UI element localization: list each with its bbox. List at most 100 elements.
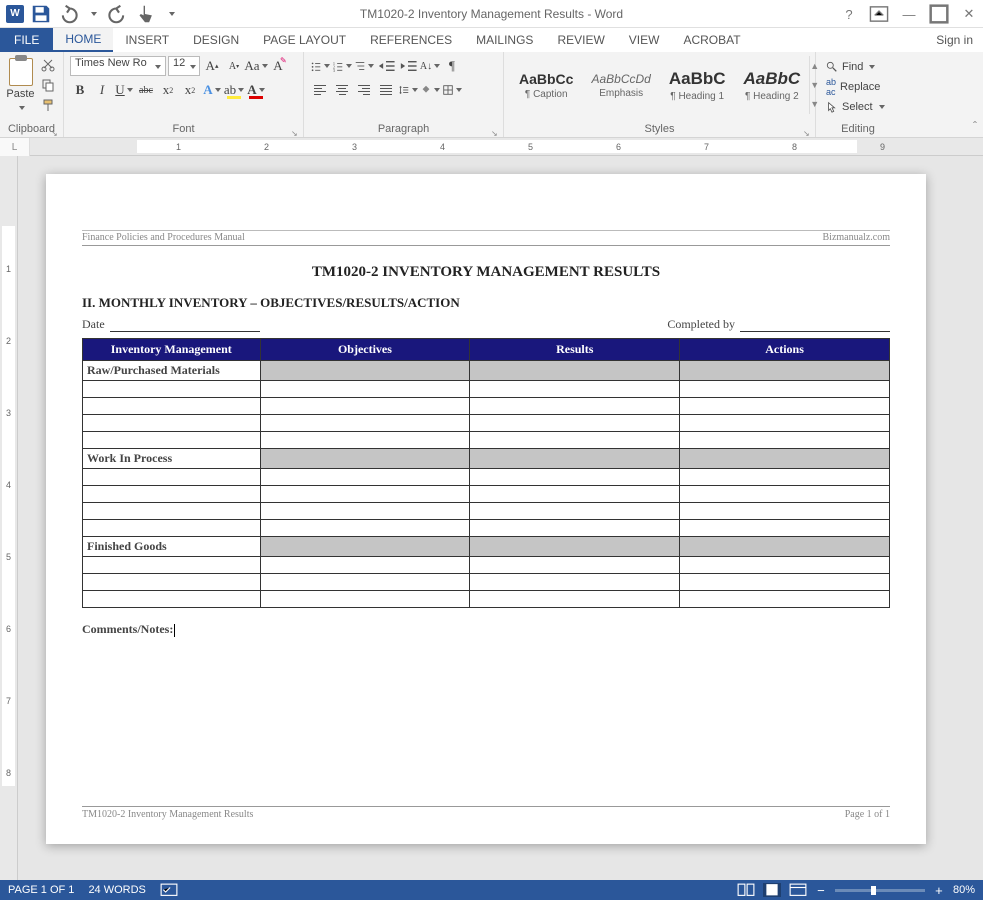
grow-font-button[interactable]: A▴ <box>202 56 222 76</box>
cell <box>680 557 890 574</box>
redo-button[interactable] <box>108 3 130 25</box>
style-heading1[interactable]: AaBbC¶ Heading 1 <box>660 56 735 114</box>
format-painter-button[interactable] <box>39 96 57 114</box>
zoom-level[interactable]: 80% <box>953 884 975 896</box>
tab-view[interactable]: VIEW <box>617 28 672 52</box>
document-page[interactable]: Finance Policies and Procedures Manual B… <box>46 174 926 844</box>
minimize-button[interactable]: — <box>899 4 919 24</box>
style-emphasis[interactable]: AaBbCcDdEmphasis <box>582 56 659 114</box>
zoom-slider[interactable] <box>835 889 925 892</box>
justify-button[interactable] <box>376 80 396 100</box>
horizontal-ruler[interactable]: L 123456789 <box>0 138 983 156</box>
numbering-button[interactable]: 123 <box>332 56 352 76</box>
close-button[interactable]: ✕ <box>959 4 979 24</box>
font-size-selector[interactable]: 12 <box>168 56 200 76</box>
select-button[interactable]: Select <box>822 98 894 116</box>
tab-mailings[interactable]: MAILINGS <box>464 28 545 52</box>
copy-button[interactable] <box>39 76 57 94</box>
subscript-button[interactable]: x2 <box>158 80 178 100</box>
cell <box>680 591 890 608</box>
maximize-button[interactable] <box>929 4 949 24</box>
spellcheck-icon[interactable] <box>160 883 178 897</box>
paste-dropdown-icon <box>17 100 25 114</box>
shrink-font-button[interactable]: A▾ <box>224 56 244 76</box>
style-caption[interactable]: AaBbCc¶ Caption <box>510 56 582 114</box>
touch-mode-button[interactable] <box>134 3 156 25</box>
undo-button[interactable] <box>56 3 78 25</box>
cell <box>260 469 470 486</box>
superscript-button[interactable]: x2 <box>180 80 200 100</box>
increase-indent-button[interactable] <box>398 56 418 76</box>
replace-button[interactable]: abacReplace <box>822 78 894 96</box>
qat-customize-dropdown[interactable] <box>160 3 182 25</box>
text-effects-button[interactable]: A <box>202 80 222 100</box>
italic-button[interactable]: I <box>92 80 112 100</box>
font-color-button[interactable]: A <box>246 80 266 100</box>
word-count[interactable]: 24 WORDS <box>88 884 145 896</box>
align-left-button[interactable] <box>310 80 330 100</box>
show-marks-button[interactable]: ¶ <box>442 56 462 76</box>
cell <box>260 574 470 591</box>
shading-button[interactable] <box>420 80 440 100</box>
help-button[interactable]: ? <box>839 4 859 24</box>
paragraph-dialog-launcher[interactable] <box>491 125 501 135</box>
align-right-button[interactable] <box>354 80 374 100</box>
font-name-selector[interactable]: Times New Ro <box>70 56 166 76</box>
tab-references[interactable]: REFERENCES <box>358 28 464 52</box>
vertical-ruler[interactable]: 12345678 <box>0 156 18 880</box>
cell <box>470 381 680 398</box>
page-scroll-area[interactable]: Finance Policies and Procedures Manual B… <box>18 156 983 880</box>
save-button[interactable] <box>30 3 52 25</box>
section-label: Raw/Purchased Materials <box>83 361 261 381</box>
sign-in-link[interactable]: Sign in <box>936 28 973 52</box>
ribbon-display-button[interactable] <box>869 4 889 24</box>
clear-formatting-button[interactable]: A✎ <box>268 56 288 76</box>
word-app-icon[interactable]: W <box>4 3 26 25</box>
statusbar: PAGE 1 OF 1 24 WORDS − + 80% <box>0 880 983 900</box>
cut-button[interactable] <box>39 56 57 74</box>
tab-home[interactable]: HOME <box>53 28 113 52</box>
zoom-in-button[interactable]: + <box>933 883 945 898</box>
decrease-indent-button[interactable] <box>376 56 396 76</box>
tab-insert[interactable]: INSERT <box>113 28 181 52</box>
bold-button[interactable]: B <box>70 80 90 100</box>
sort-button[interactable]: A↓ <box>420 56 440 76</box>
style-heading2[interactable]: AaBbC¶ Heading 2 <box>735 56 810 114</box>
cell <box>680 415 890 432</box>
cell <box>470 520 680 537</box>
print-layout-button[interactable] <box>763 883 781 897</box>
bullets-button[interactable] <box>310 56 330 76</box>
find-button[interactable]: Find <box>822 58 894 76</box>
tab-selector[interactable]: L <box>0 138 30 156</box>
tab-acrobat[interactable]: ACROBAT <box>671 28 752 52</box>
borders-button[interactable] <box>442 80 462 100</box>
clipboard-dialog-launcher[interactable] <box>51 125 61 135</box>
underline-button[interactable]: U <box>114 80 134 100</box>
cell <box>470 574 680 591</box>
cell <box>470 398 680 415</box>
tab-design[interactable]: DESIGN <box>181 28 251 52</box>
read-mode-button[interactable] <box>737 883 755 897</box>
multilevel-list-button[interactable] <box>354 56 374 76</box>
font-dialog-launcher[interactable] <box>291 125 301 135</box>
web-layout-button[interactable] <box>789 883 807 897</box>
cell <box>260 557 470 574</box>
paste-button[interactable]: Paste <box>6 56 35 116</box>
undo-dropdown[interactable] <box>82 3 104 25</box>
file-tab[interactable]: FILE <box>0 28 53 52</box>
change-case-button[interactable]: Aa <box>246 56 266 76</box>
document-header: Finance Policies and Procedures Manual B… <box>82 230 890 246</box>
align-center-button[interactable] <box>332 80 352 100</box>
strikethrough-button[interactable]: abc <box>136 80 156 100</box>
highlight-button[interactable]: ab <box>224 80 244 100</box>
line-spacing-button[interactable] <box>398 80 418 100</box>
cell <box>680 398 890 415</box>
styles-dialog-launcher[interactable] <box>803 125 813 135</box>
zoom-out-button[interactable]: − <box>815 883 827 898</box>
collapse-ribbon-button[interactable]: ˆ <box>973 119 977 133</box>
page-indicator[interactable]: PAGE 1 OF 1 <box>8 884 74 896</box>
tab-review[interactable]: REVIEW <box>545 28 616 52</box>
svg-text:3: 3 <box>333 68 335 72</box>
th-results: Results <box>470 339 680 361</box>
tab-page-layout[interactable]: PAGE LAYOUT <box>251 28 358 52</box>
